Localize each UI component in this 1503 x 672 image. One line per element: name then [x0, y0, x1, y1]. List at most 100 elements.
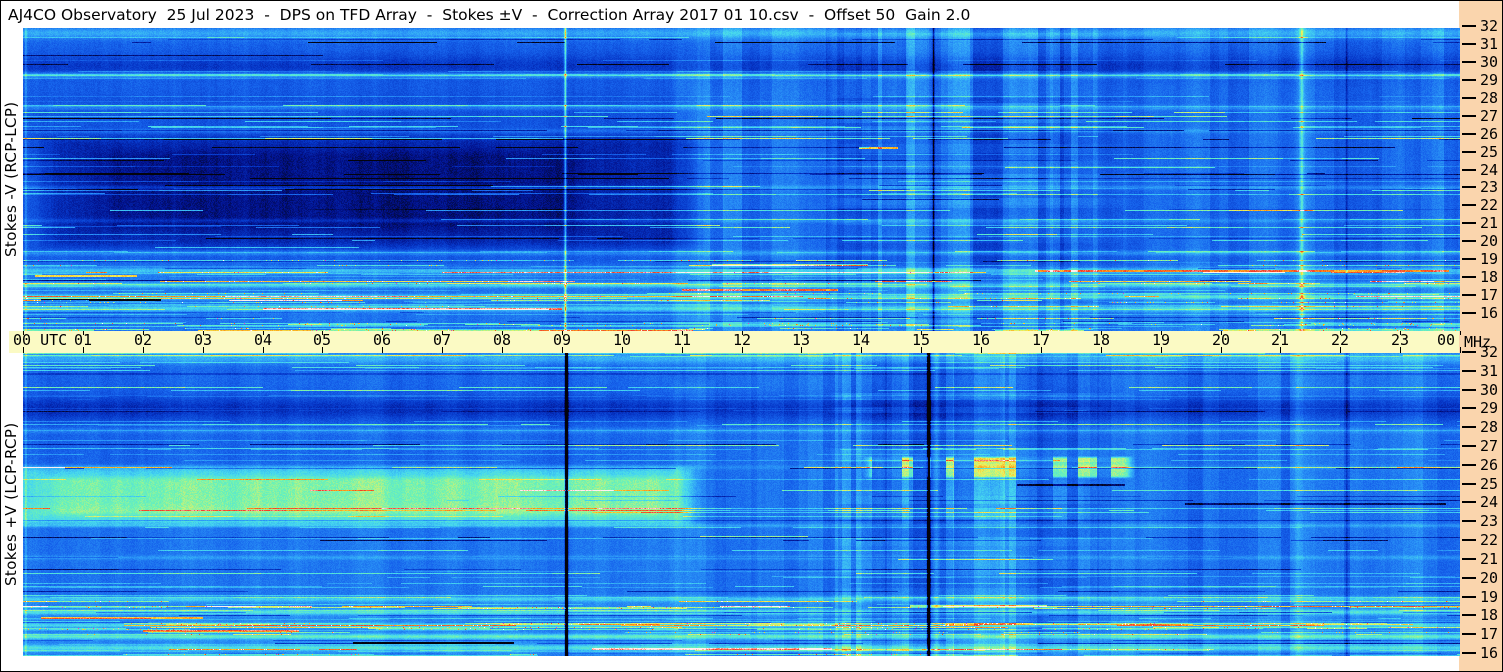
freq-tick-label: 27 [1480, 437, 1499, 455]
freq-tick-mark [1462, 79, 1476, 81]
freq-tick-mark [1462, 204, 1476, 206]
freq-tick-label: 18 [1480, 268, 1499, 286]
freq-tick-mark [1462, 445, 1476, 447]
freq-tick-mark [1462, 97, 1476, 99]
freq-tick-mark [1462, 276, 1476, 278]
freq-tick-label: 23 [1480, 512, 1499, 530]
freq-tick-mark [1462, 633, 1476, 635]
freq-tick-mark [1462, 186, 1476, 188]
spectrogram-stokes-neg-v [23, 28, 1460, 331]
freq-tick-label: 17 [1480, 286, 1499, 304]
freq-tick-mark [1462, 43, 1476, 45]
freq-tick-label: 16 [1480, 304, 1499, 322]
freq-tick-label: 31 [1480, 35, 1499, 53]
freq-tick-label: 22 [1480, 531, 1499, 549]
hour-tick-label: 10 [612, 331, 632, 349]
spectrogram-stokes-pos-v [23, 353, 1460, 656]
freq-tick-mark [1462, 370, 1476, 372]
hour-tick-label: 04 [253, 331, 273, 349]
hour-tick-label: 02 [133, 331, 153, 349]
freq-tick-label: 26 [1480, 125, 1499, 143]
freq-tick-label: 21 [1480, 550, 1499, 568]
hour-tick-label: 00 [1436, 331, 1455, 349]
freq-tick-mark [1462, 520, 1476, 522]
freq-tick-label: 31 [1480, 362, 1499, 380]
page-title: AJ4CO Observatory 25 Jul 2023 - DPS on T… [3, 2, 1459, 28]
hour-tick-bottom [1460, 347, 1461, 353]
freq-tick-label: 23 [1480, 178, 1499, 196]
freq-tick-mark [1462, 596, 1476, 598]
freq-tick-mark [1462, 351, 1476, 353]
freq-tick-label: 30 [1480, 53, 1499, 71]
freq-tick-label: 24 [1480, 493, 1499, 511]
hour-tick-label: 22 [1330, 331, 1350, 349]
freq-tick-label: 20 [1480, 232, 1499, 250]
freq-tick-label: 19 [1480, 588, 1499, 606]
hour-tick-label: 19 [1151, 331, 1171, 349]
panel-label-stokes-neg-v: Stokes -V (RCP-LCP) [2, 101, 20, 258]
hour-tick-label: 06 [372, 331, 392, 349]
freq-tick-label: 25 [1480, 475, 1499, 493]
freq-tick-label: 29 [1480, 399, 1499, 417]
hour-tick-label: 15 [911, 331, 931, 349]
hour-tick-label: 08 [492, 331, 512, 349]
freq-tick-label: 27 [1480, 107, 1499, 125]
freq-tick-label: 24 [1480, 161, 1499, 179]
spectrograph-window: AJ4CO Observatory 25 Jul 2023 - DPS on T… [0, 0, 1503, 672]
hour-tick-top [1460, 331, 1461, 335]
hour-tick-label: 05 [312, 331, 332, 349]
freq-tick-mark [1462, 501, 1476, 503]
freq-tick-mark [1462, 426, 1476, 428]
freq-tick-label: 32 [1480, 17, 1499, 35]
freq-tick-label: 32 [1480, 343, 1499, 361]
freq-tick-mark [1462, 312, 1476, 314]
hour-tick-label: 23 [1390, 331, 1410, 349]
panel-label-stokes-pos-v: Stokes +V (LCP-RCP) [2, 422, 20, 587]
freq-tick-label: 17 [1480, 625, 1499, 643]
freq-tick-label: 28 [1480, 418, 1499, 436]
freq-tick-mark [1462, 483, 1476, 485]
freq-tick-mark [1462, 614, 1476, 616]
freq-tick-mark [1462, 222, 1476, 224]
hour-tick-label: 07 [432, 331, 452, 349]
freq-tick-label: 30 [1480, 381, 1499, 399]
freq-tick-label: 16 [1480, 644, 1499, 662]
freq-tick-mark [1462, 294, 1476, 296]
freq-tick-label: 18 [1480, 606, 1499, 624]
freq-tick-mark [1462, 169, 1476, 171]
freq-tick-mark [1462, 240, 1476, 242]
hour-tick-label: 12 [732, 331, 752, 349]
freq-tick-mark [1462, 577, 1476, 579]
hour-tick-label: 13 [791, 331, 811, 349]
freq-tick-label: 20 [1480, 569, 1499, 587]
freq-tick-label: 22 [1480, 196, 1499, 214]
freq-tick-label: 29 [1480, 71, 1499, 89]
hour-tick-label: 09 [552, 331, 572, 349]
hour-tick-label: 16 [971, 331, 991, 349]
freq-tick-mark [1462, 539, 1476, 541]
freq-tick-label: 25 [1480, 143, 1499, 161]
freq-tick-label: 21 [1480, 214, 1499, 232]
freq-tick-mark [1462, 258, 1476, 260]
freq-tick-label: 26 [1480, 456, 1499, 474]
freq-tick-mark [1462, 25, 1476, 27]
freq-tick-label: 28 [1480, 89, 1499, 107]
freq-tick-mark [1462, 558, 1476, 560]
freq-tick-label: 19 [1480, 250, 1499, 268]
hour-tick-label: 21 [1270, 331, 1290, 349]
freq-tick-mark [1462, 389, 1476, 391]
hour-tick-label: 11 [672, 331, 692, 349]
freq-tick-mark [1462, 151, 1476, 153]
hour-tick-label: 03 [193, 331, 213, 349]
hour-tick-label: 01 [73, 331, 93, 349]
freq-tick-mark [1462, 133, 1476, 135]
hour-tick-label: 14 [851, 331, 871, 349]
freq-tick-mark [1462, 61, 1476, 63]
freq-tick-mark [1462, 407, 1476, 409]
hour-tick-label: 20 [1211, 331, 1231, 349]
hour-tick-label: 18 [1091, 331, 1111, 349]
freq-tick-mark [1462, 464, 1476, 466]
hour-tick-label: 17 [1031, 331, 1051, 349]
freq-tick-mark [1462, 652, 1476, 654]
freq-tick-mark [1462, 115, 1476, 117]
